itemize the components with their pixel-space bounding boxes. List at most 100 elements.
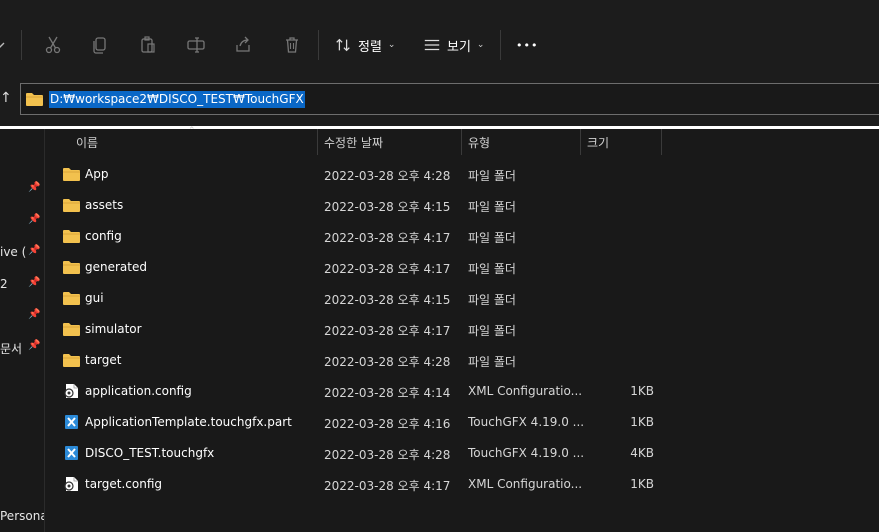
view-label: 보기	[447, 39, 471, 55]
file-size: 1KB	[630, 477, 654, 491]
folder-icon	[63, 321, 80, 337]
paste-button[interactable]	[135, 32, 161, 58]
up-arrow-icon[interactable]: ↑	[0, 90, 12, 106]
trash-icon	[286, 37, 298, 53]
touchgfx-file-icon	[63, 445, 80, 461]
table-row[interactable]: target.config 2022-03-28 오후 4:17 XML Confi…	[45, 469, 879, 500]
column-header-date[interactable]: 수정한 날짜	[318, 129, 462, 155]
file-date: 2022-03-28 오후 4:14	[324, 386, 451, 400]
file-type: 파일 폴더	[468, 231, 516, 245]
file-name: config	[85, 229, 122, 243]
chevron-down-icon[interactable]	[0, 32, 10, 58]
table-row[interactable]: target 2022-03-28 오후 4:28 파일 폴더	[45, 345, 879, 376]
nav-item-label: ive (	[0, 245, 27, 259]
column-header-label: 크기	[587, 136, 610, 150]
nav-item-label: 2	[0, 277, 8, 291]
file-type: TouchGFX 4.19.0 ...	[468, 415, 585, 429]
more-icon: •••	[516, 38, 539, 52]
file-name: ApplicationTemplate.touchgfx.part	[85, 415, 292, 429]
file-name: gui	[85, 291, 104, 305]
table-row[interactable]: config 2022-03-28 오후 4:17 파일 폴더	[45, 221, 879, 252]
pin-icon: 📌	[28, 245, 41, 256]
table-row[interactable]: gui 2022-03-28 오후 4:15 파일 폴더	[45, 283, 879, 314]
file-type: 파일 폴더	[468, 324, 516, 338]
chevron-down-icon: ⌄	[476, 40, 485, 50]
file-name: target	[85, 353, 122, 367]
nav-item[interactable]: 문서 📌	[0, 338, 44, 358]
table-row[interactable]: App 2022-03-28 오후 4:28 파일 폴더	[45, 159, 879, 190]
nav-item[interactable]: 2 📌	[0, 275, 44, 295]
nav-item[interactable]: Persona	[0, 507, 44, 527]
table-row[interactable]: ApplicationTemplate.touchgfx.part 2022-03…	[45, 407, 879, 438]
nav-item[interactable]: ive ( 📌	[0, 243, 44, 263]
file-date: 2022-03-28 오후 4:15	[324, 293, 451, 307]
file-name: simulator	[85, 322, 142, 336]
sort-label: 정렬	[358, 39, 382, 55]
table-row[interactable]: application.config 2022-03-28 오후 4:14 XML …	[45, 376, 879, 407]
table-row[interactable]: assets 2022-03-28 오후 4:15 파일 폴더	[45, 190, 879, 221]
folder-icon	[63, 259, 80, 275]
file-name: generated	[85, 260, 147, 274]
command-bar: 정렬 ⌄ 보기 ⌄ •••	[0, 0, 879, 76]
file-type: XML Configuratio...	[468, 477, 583, 491]
cut-icon	[45, 36, 61, 54]
share-button[interactable]	[230, 32, 256, 58]
cut-button[interactable]	[40, 32, 66, 58]
rename-button[interactable]	[183, 32, 209, 58]
column-header-name[interactable]: 이름	[70, 129, 318, 155]
file-date: 2022-03-28 오후 4:17	[324, 479, 451, 493]
file-name: assets	[85, 198, 124, 212]
file-size: 4KB	[630, 446, 654, 460]
rename-icon	[187, 37, 205, 53]
column-header-size[interactable]: 크기	[581, 129, 662, 155]
file-size: 1KB	[630, 415, 654, 429]
sort-icon	[336, 38, 350, 52]
copy-button[interactable]	[87, 32, 113, 58]
nav-item[interactable]: 📌	[0, 307, 44, 327]
file-date: 2022-03-28 오후 4:16	[324, 417, 451, 431]
table-row[interactable]: simulator 2022-03-28 오후 4:17 파일 폴더	[45, 314, 879, 345]
nav-item-label: 문서	[0, 342, 23, 356]
file-date: 2022-03-28 오후 4:28	[324, 448, 451, 462]
file-date: 2022-03-28 오후 4:28	[324, 169, 451, 183]
more-options-button[interactable]: •••	[516, 34, 538, 56]
column-header-label: 유형	[468, 136, 491, 150]
nav-item-label: Persona	[0, 509, 44, 523]
folder-icon	[63, 290, 80, 306]
address-bar-area: ↑ D:₩workspace2₩DISCO_TEST₩TouchGFX	[0, 76, 879, 126]
file-type: 파일 폴더	[468, 355, 516, 369]
touchgfx-file-icon	[63, 414, 80, 430]
table-row[interactable]: generated 2022-03-28 오후 4:17 파일 폴더	[45, 252, 879, 283]
column-header-type[interactable]: 유형	[462, 129, 581, 155]
config-file-icon	[63, 383, 80, 399]
file-type: 파일 폴더	[468, 169, 516, 183]
nav-item[interactable]: 📌	[0, 212, 44, 232]
folder-icon	[63, 352, 80, 368]
table-row[interactable]: DISCO_TEST.touchgfx 2022-03-28 오후 4:28 Tou…	[45, 438, 879, 469]
file-name: App	[85, 167, 109, 181]
file-name: DISCO_TEST.touchgfx	[85, 446, 215, 460]
nav-item[interactable]: 📌	[0, 180, 44, 200]
pin-icon: 📌	[28, 214, 41, 225]
view-button[interactable]: 보기 ⌄	[423, 34, 484, 56]
column-header-label: 이름	[76, 136, 99, 150]
copy-icon	[93, 37, 106, 54]
folder-icon	[26, 93, 43, 106]
folder-icon	[63, 228, 80, 244]
file-size: 1KB	[630, 384, 654, 398]
pin-icon: 📌	[28, 277, 41, 288]
address-bar[interactable]: D:₩workspace2₩DISCO_TEST₩TouchGFX	[20, 83, 879, 115]
toolbar-divider	[21, 30, 22, 60]
toolbar-divider	[500, 30, 501, 60]
share-icon	[236, 36, 250, 52]
file-date: 2022-03-28 오후 4:17	[324, 324, 451, 338]
view-list-icon	[424, 39, 440, 51]
file-date: 2022-03-28 오후 4:28	[324, 355, 451, 369]
file-type: 파일 폴더	[468, 262, 516, 276]
paste-icon	[141, 36, 155, 53]
delete-button[interactable]	[279, 32, 305, 58]
pin-icon: 📌	[28, 309, 41, 320]
file-type: 파일 폴더	[468, 293, 516, 307]
sort-button[interactable]: 정렬 ⌄	[334, 34, 395, 56]
address-path-text[interactable]: D:₩workspace2₩DISCO_TEST₩TouchGFX	[49, 91, 305, 108]
